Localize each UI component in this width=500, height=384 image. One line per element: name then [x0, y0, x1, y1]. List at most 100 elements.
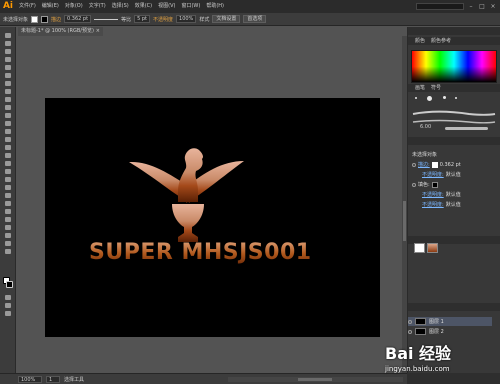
eraser-tool-icon[interactable]: [3, 121, 13, 127]
brush-profile-label[interactable]: 等比: [121, 16, 131, 23]
vertical-scroll-thumb[interactable]: [403, 201, 406, 241]
appearance-fill-opacity-value: 默认值: [445, 192, 461, 198]
document-tab-title: 未标题-1* @ 100% (RGB/预览): [21, 28, 94, 34]
document-setup-button[interactable]: 文档设置: [212, 15, 241, 23]
blob-brush-tool-icon[interactable]: [3, 113, 13, 119]
menu-object[interactable]: 对象(O): [62, 0, 86, 13]
stroke-label[interactable]: 描边: [51, 16, 61, 23]
menu-effect[interactable]: 效果(C): [132, 0, 155, 13]
close-icon[interactable]: ×: [489, 3, 497, 10]
eye-icon[interactable]: [408, 319, 412, 324]
drawing-mode-icon[interactable]: [3, 303, 13, 309]
layer-name[interactable]: 图层 1: [429, 318, 444, 325]
brush-strokes-preview[interactable]: [409, 108, 499, 128]
perspective-grid-tool-icon[interactable]: [3, 169, 13, 175]
line-tool-icon[interactable]: [3, 81, 13, 87]
column-graph-tool-icon[interactable]: [3, 217, 13, 223]
stroke-swatch[interactable]: [41, 15, 49, 23]
selection-tool-icon[interactable]: [3, 33, 13, 39]
tab-brush[interactable]: 画笔: [412, 84, 428, 92]
fill-stroke-icon[interactable]: [3, 277, 13, 289]
blend-tool-icon[interactable]: [3, 201, 13, 207]
appearance-fill-opacity-row[interactable]: 不透明度: 默认值: [412, 190, 461, 199]
width-tool-icon[interactable]: [3, 145, 13, 151]
layer-thumbnail: [415, 328, 426, 335]
search-input[interactable]: [416, 3, 464, 10]
brush-dot-small[interactable]: [415, 97, 417, 99]
opacity-label[interactable]: 不透明度: [153, 16, 173, 23]
gradient-tool-icon[interactable]: [3, 185, 13, 191]
magic-wand-tool-icon[interactable]: [3, 49, 13, 55]
appearance-fill-opacity-link[interactable]: 不透明度:: [422, 191, 444, 198]
brush-dot-3[interactable]: [455, 97, 457, 99]
artboard-tool-icon[interactable]: [3, 225, 13, 231]
pen-tool-icon[interactable]: [3, 65, 13, 71]
eye-icon[interactable]: [412, 182, 416, 187]
slice-tool-icon[interactable]: [3, 233, 13, 239]
zoom-tool-icon[interactable]: [3, 249, 13, 255]
pencil-tool-icon[interactable]: [3, 105, 13, 111]
brush-size-select[interactable]: 5 pt: [134, 15, 150, 23]
appearance-stroke-label[interactable]: 描边:: [418, 161, 430, 168]
menu-window[interactable]: 窗口(W): [178, 0, 203, 13]
appearance-fill-swatch[interactable]: [431, 181, 438, 188]
paintbrush-tool-icon[interactable]: [3, 97, 13, 103]
appearance-global-opacity-link[interactable]: 不透明度:: [422, 201, 444, 208]
horizontal-scrollbar[interactable]: [228, 376, 403, 382]
eyedropper-tool-icon[interactable]: [3, 193, 13, 199]
rectangle-tool-icon[interactable]: [3, 89, 13, 95]
zoom-select[interactable]: 100%: [18, 375, 42, 383]
menu-edit[interactable]: 编辑(E): [39, 0, 62, 13]
graphic-style-swatch-default[interactable]: [414, 243, 425, 253]
appearance-stroke-opacity-row[interactable]: 不透明度: 默认值: [412, 170, 461, 179]
menu-type[interactable]: 文字(T): [86, 0, 109, 13]
opacity-select[interactable]: 100%: [176, 15, 197, 23]
eye-icon[interactable]: [408, 329, 412, 334]
menu-view[interactable]: 视图(V): [155, 0, 178, 13]
tab-symbol[interactable]: 符号: [428, 84, 444, 92]
brush-presets-row[interactable]: [412, 94, 492, 103]
eye-icon[interactable]: [412, 162, 416, 167]
minimize-icon[interactable]: –: [467, 3, 475, 10]
document-close-icon[interactable]: ×: [96, 27, 100, 36]
scale-tool-icon[interactable]: [3, 137, 13, 143]
free-transform-tool-icon[interactable]: [3, 153, 13, 159]
artwork-title-text[interactable]: SUPER MHSJS001: [89, 240, 312, 265]
lasso-tool-icon[interactable]: [3, 57, 13, 63]
preferences-button[interactable]: 首选项: [243, 15, 267, 23]
artboard-number-select[interactable]: 1: [46, 375, 60, 383]
hand-tool-icon[interactable]: [3, 241, 13, 247]
appearance-fill-row[interactable]: 填色:: [412, 180, 438, 189]
appearance-stroke-swatch[interactable]: [431, 161, 438, 168]
layer-row[interactable]: 图层 1: [408, 317, 492, 326]
type-tool-icon[interactable]: [3, 73, 13, 79]
brush-dot-medium[interactable]: [427, 96, 432, 101]
menu-help[interactable]: 帮助(H): [203, 0, 227, 13]
rotate-tool-icon[interactable]: [3, 129, 13, 135]
appearance-opacity-link[interactable]: 不透明度:: [422, 171, 444, 178]
color-spectrum[interactable]: [411, 50, 497, 83]
tab-color-guide[interactable]: 颜色参考: [428, 37, 454, 45]
document-tab[interactable]: 未标题-1* @ 100% (RGB/预览) ×: [18, 27, 103, 36]
appearance-stroke-row[interactable]: 描边: 0.362 pt: [412, 160, 461, 169]
layer-row[interactable]: 图层 2: [408, 327, 492, 336]
status-tool-text[interactable]: 选择工具: [64, 376, 84, 383]
menu-file[interactable]: 文件(F): [16, 0, 39, 13]
horizontal-scroll-thumb[interactable]: [298, 377, 332, 381]
symbol-sprayer-tool-icon[interactable]: [3, 209, 13, 215]
mesh-tool-icon[interactable]: [3, 177, 13, 183]
phoenix-logo-artwork[interactable]: [128, 147, 244, 249]
maximize-icon[interactable]: □: [478, 3, 486, 10]
graphic-style-swatch-gradient[interactable]: [427, 243, 438, 253]
brush-dot-2[interactable]: [443, 96, 446, 99]
stroke-weight-select[interactable]: 0.362 pt: [64, 15, 92, 23]
menu-select[interactable]: 选择(S): [109, 0, 132, 13]
tab-color[interactable]: 颜色: [412, 37, 428, 45]
layer-name[interactable]: 图层 2: [429, 328, 444, 335]
appearance-global-opacity-row[interactable]: 不透明度: 默认值: [412, 200, 461, 209]
fill-swatch[interactable]: [31, 15, 39, 23]
screen-mode-icon[interactable]: [3, 311, 13, 317]
color-mode-icon[interactable]: [3, 295, 13, 301]
shape-builder-tool-icon[interactable]: [3, 161, 13, 167]
direct-selection-tool-icon[interactable]: [3, 41, 13, 47]
